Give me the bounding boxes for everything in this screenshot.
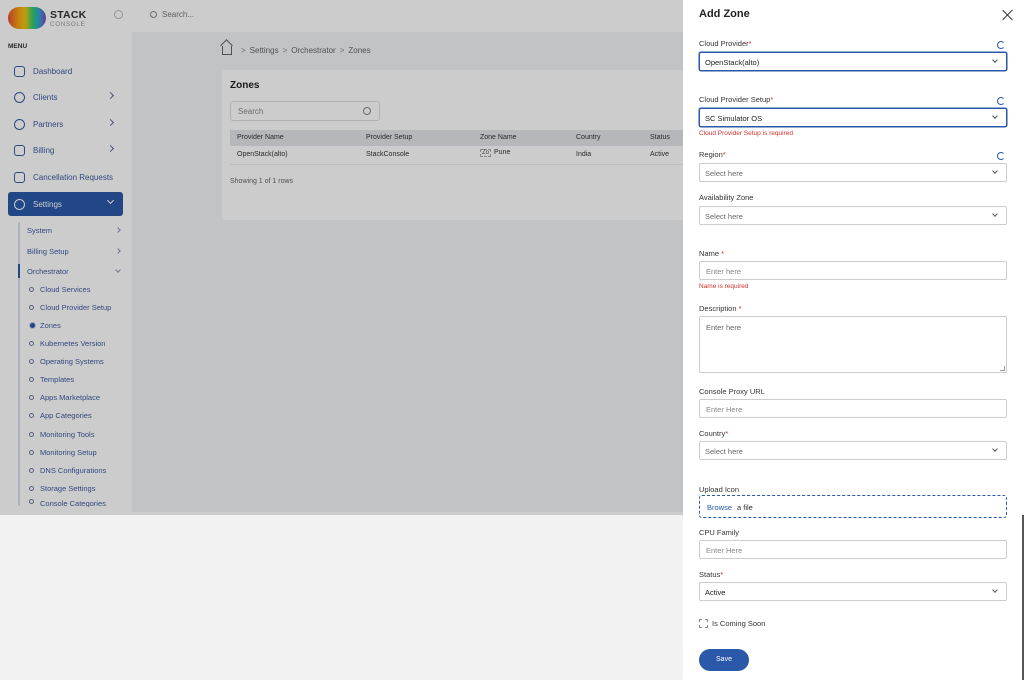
drawer-title: Add Zone — [699, 8, 750, 20]
name-label: Name * — [699, 249, 725, 258]
region-select[interactable]: Select here — [699, 163, 1007, 182]
refresh-icon[interactable] — [997, 97, 1005, 105]
status-select[interactable]: Active — [699, 582, 1007, 601]
cloud-provider-label: Cloud Provider* — [699, 39, 752, 48]
is-coming-soon-checkbox[interactable] — [699, 619, 708, 628]
save-button[interactable]: Save — [699, 649, 749, 671]
cpu-family-placeholder: Enter Here — [706, 546, 743, 555]
status-label: Status* — [699, 570, 724, 579]
console-proxy-url-label: Console Proxy URL — [699, 387, 765, 396]
cpu-family-field[interactable]: Enter Here — [699, 540, 1007, 559]
modal-overlay[interactable] — [0, 0, 683, 515]
console-proxy-url-field[interactable]: Enter Here — [699, 399, 1007, 418]
upload-hint: a file — [737, 503, 753, 512]
refresh-icon[interactable] — [997, 41, 1005, 49]
upload-dropzone[interactable]: Browse a file — [699, 495, 1007, 518]
region-placeholder: Select here — [705, 169, 743, 178]
name-error: Name is required — [699, 283, 749, 290]
cloud-provider-select[interactable]: OpenStack(alto) — [699, 52, 1007, 71]
chevron-down-icon — [992, 587, 998, 593]
resize-handle-icon[interactable] — [1000, 366, 1005, 371]
description-textarea[interactable]: Enter here — [699, 316, 1007, 373]
availability-zone-placeholder: Select here — [705, 212, 743, 221]
status-value: Active — [705, 588, 726, 597]
description-placeholder: Enter here — [706, 323, 742, 332]
is-coming-soon-label[interactable]: Is Coming Soon — [712, 619, 765, 628]
chevron-down-icon — [992, 57, 998, 63]
refresh-icon[interactable] — [997, 152, 1005, 160]
add-zone-drawer: Add Zone Cloud Provider* OpenStack(alto)… — [683, 0, 1024, 680]
name-field[interactable]: Enter here — [699, 261, 1007, 280]
availability-zone-label: Availability Zone — [699, 193, 754, 202]
cpu-family-label: CPU Family — [699, 528, 740, 537]
cloud-provider-setup-label: Cloud Provider Setup* — [699, 95, 774, 104]
name-placeholder: Enter here — [706, 267, 742, 276]
chevron-down-icon — [992, 446, 998, 452]
browse-link[interactable]: Browse — [707, 503, 732, 512]
chevron-down-icon — [992, 168, 998, 174]
country-select[interactable]: Select here — [699, 441, 1007, 460]
cloud-provider-setup-select[interactable]: SC Simulator OS — [699, 108, 1007, 127]
page-bottom-background — [0, 515, 683, 680]
cloud-provider-value: OpenStack(alto) — [705, 58, 760, 67]
chevron-down-icon — [992, 113, 998, 119]
cloud-provider-setup-value: SC Simulator OS — [705, 114, 763, 123]
availability-zone-select[interactable]: Select here — [699, 206, 1007, 225]
country-placeholder: Select here — [705, 447, 743, 456]
region-label: Region* — [699, 150, 726, 159]
country-label: Country* — [699, 429, 729, 438]
close-icon[interactable] — [1002, 9, 1014, 21]
description-label: Description * — [699, 304, 742, 313]
upload-icon-label: Upload Icon — [699, 485, 740, 494]
chevron-down-icon — [992, 211, 998, 217]
console-proxy-url-placeholder: Enter Here — [706, 405, 743, 414]
cloud-provider-setup-error: Cloud Provider Setup is required — [699, 130, 793, 137]
